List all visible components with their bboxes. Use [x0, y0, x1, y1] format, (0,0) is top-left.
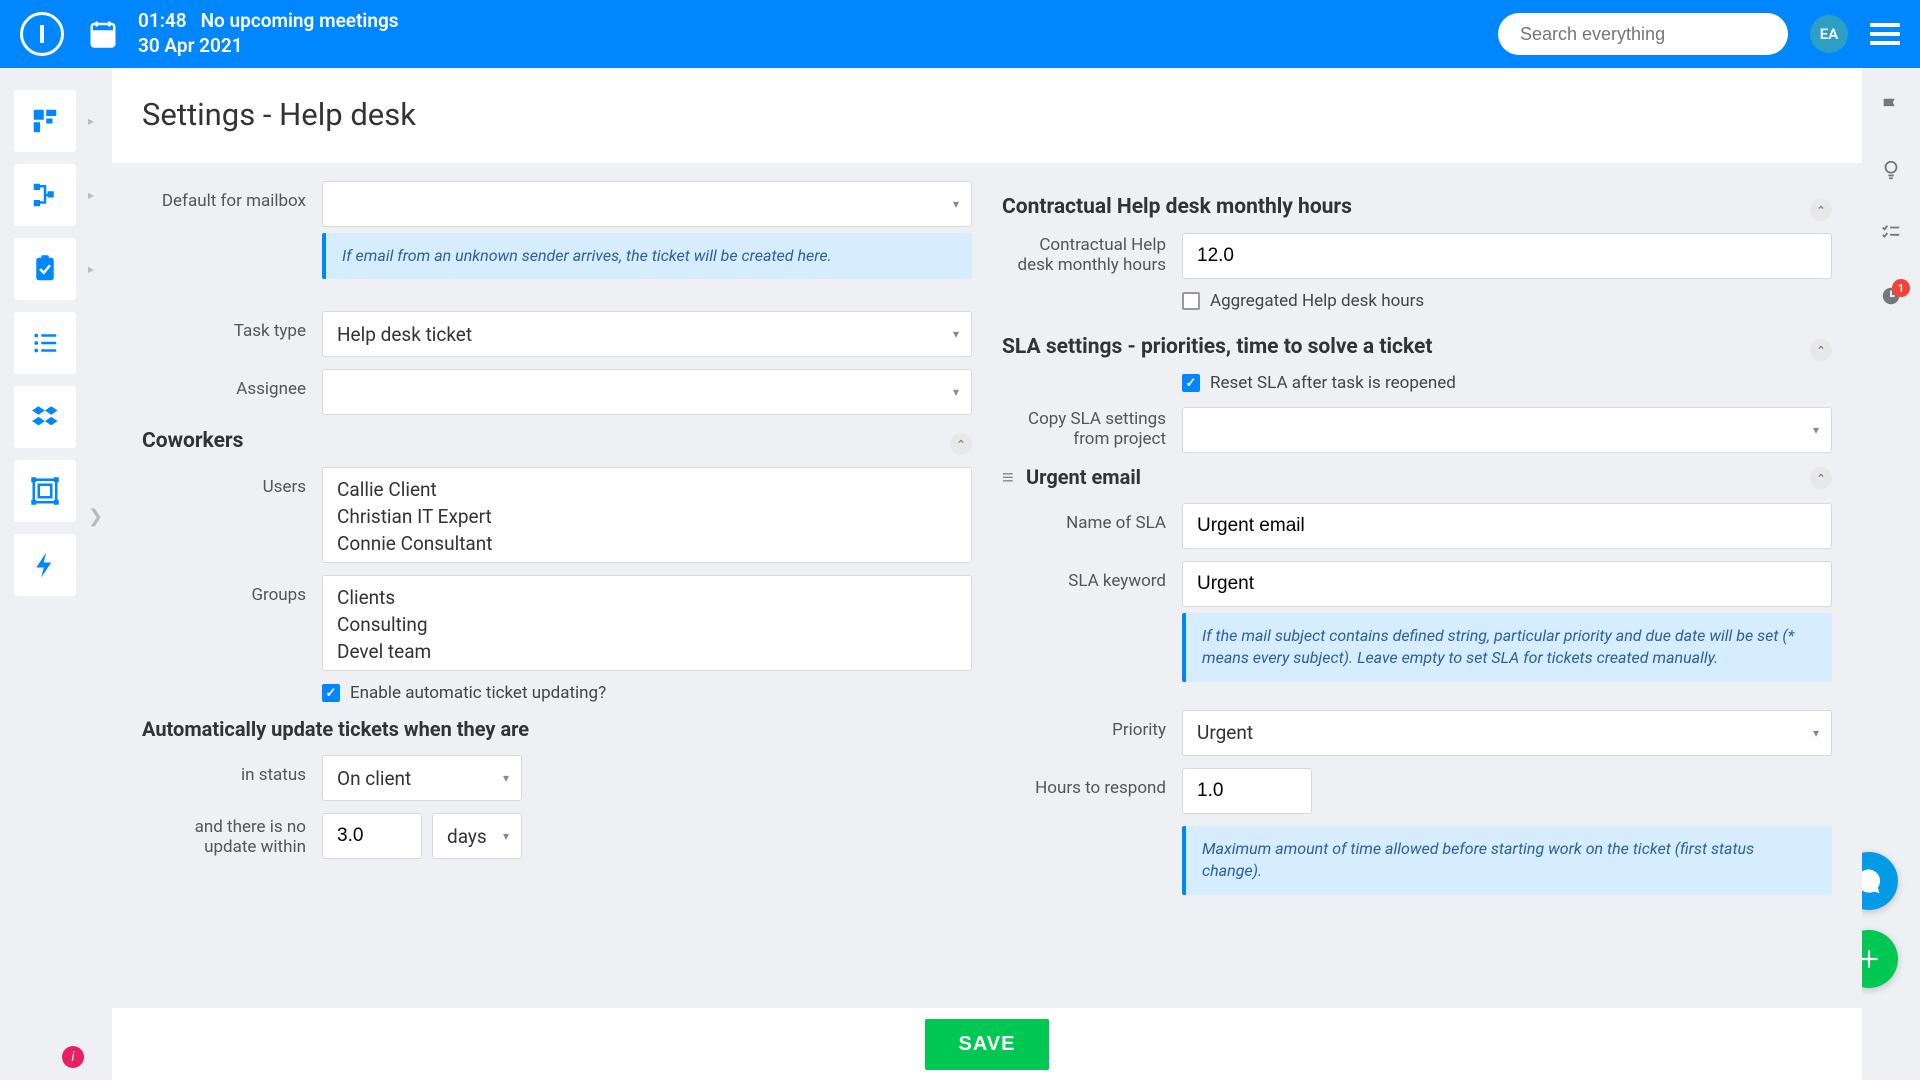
avatar[interactable]: EA [1810, 15, 1848, 53]
dashboard-icon [30, 106, 60, 136]
collapse-contractual[interactable]: ⌃ [1810, 199, 1832, 221]
app-logo[interactable] [20, 12, 64, 56]
lightbulb-icon[interactable] [1880, 159, 1902, 186]
header-meetings: No upcoming meetings [201, 9, 399, 34]
checklist-icon[interactable] [1880, 222, 1902, 249]
reset-sla-checkbox[interactable] [1182, 374, 1200, 392]
sidebar-item-group[interactable] [14, 460, 76, 522]
collapse-coworkers[interactable]: ⌃ [950, 433, 972, 455]
hierarchy-icon [30, 180, 60, 210]
chevron-right-icon: ▸ [88, 114, 94, 128]
in-status-label: in status [142, 755, 322, 785]
name-sla-label: Name of SLA [1002, 503, 1182, 533]
list-item[interactable]: Connie Consultant [323, 530, 971, 557]
copy-sla-label: Copy SLA settings from project [1002, 407, 1182, 449]
priority-label: Priority [1002, 710, 1182, 740]
list-item[interactable]: Consulting [323, 611, 971, 638]
sla-title: SLA settings - priorities, time to solve… [1002, 335, 1832, 359]
name-sla-input[interactable] [1182, 503, 1832, 549]
sla-keyword-input[interactable] [1182, 561, 1832, 607]
mailbox-info-banner: If email from an unknown sender arrives,… [322, 233, 972, 279]
notification-count: 1 [1892, 279, 1910, 297]
footer-bar: SAVE [142, 1008, 1832, 1080]
content-area: Default for mailbox If email from an unk… [112, 163, 1862, 1008]
header-time: 01:48 [138, 9, 187, 34]
right-column: Contractual Help desk monthly hours ⌃ Co… [1002, 181, 1832, 990]
group-select-icon [30, 476, 60, 506]
search-input[interactable] [1498, 13, 1788, 55]
left-column: Default for mailbox If email from an unk… [142, 181, 972, 990]
sidebar-item-dashboard[interactable]: ▸ [14, 90, 76, 152]
sidebar-item-dropbox[interactable] [14, 386, 76, 448]
sidebar-expand[interactable]: ❯ [88, 506, 103, 527]
sidebar-item-hierarchy[interactable]: ▸ [14, 164, 76, 226]
calendar-icon[interactable] [88, 19, 118, 49]
list-item[interactable]: Christian IT Expert [323, 503, 971, 530]
task-type-label: Task type [142, 311, 322, 341]
sidebar-right: 1 [1862, 82, 1920, 312]
flag-icon[interactable] [1880, 96, 1902, 123]
groups-label: Groups [142, 575, 322, 605]
keyword-info-banner: If the mail subject contains defined str… [1182, 613, 1832, 682]
in-status-select[interactable]: On client [322, 755, 522, 801]
urgent-subtitle: Urgent email ⌃ [1026, 465, 1832, 489]
notifications-icon[interactable]: 1 [1880, 285, 1902, 312]
contractual-label: Contractual Help desk monthly hours [1002, 233, 1182, 275]
sidebar-item-tasks[interactable]: ▸ [14, 238, 76, 300]
enable-auto-label: Enable automatic ticket updating? [350, 683, 606, 703]
page-title: Settings - Help desk [142, 96, 1832, 133]
coworkers-title: Coworkers ⌃ [142, 429, 972, 453]
default-mailbox-label: Default for mailbox [142, 181, 322, 211]
contractual-title: Contractual Help desk monthly hours ⌃ [1002, 195, 1832, 219]
hours-respond-input[interactable] [1182, 768, 1312, 814]
header-datetime: 01:48 No upcoming meetings 30 Apr 2021 [138, 9, 399, 58]
groups-list[interactable]: Clients Consulting Devel team [322, 575, 972, 671]
enable-auto-checkbox[interactable] [322, 684, 340, 702]
dropbox-icon [30, 402, 60, 432]
assignee-label: Assignee [142, 369, 322, 399]
default-mailbox-select[interactable] [322, 181, 972, 227]
chevron-right-icon: ▸ [88, 188, 94, 202]
collapse-sla[interactable]: ⌃ [1810, 339, 1832, 361]
sidebar-item-bolt[interactable] [14, 534, 76, 596]
sla-keyword-label: SLA keyword [1002, 561, 1182, 591]
task-type-select[interactable]: Help desk ticket [322, 311, 972, 357]
reset-sla-label: Reset SLA after task is reopened [1210, 373, 1456, 393]
respond-info-banner: Maximum amount of time allowed before st… [1182, 826, 1832, 895]
list-item[interactable]: Devel team [323, 638, 971, 665]
aggregated-label: Aggregated Help desk hours [1210, 291, 1424, 311]
list-item[interactable]: Callie Client [323, 476, 971, 503]
users-label: Users [142, 467, 322, 497]
list-icon [30, 328, 60, 358]
no-update-label: and there is no update within [142, 813, 322, 857]
header-date: 30 Apr 2021 [138, 34, 399, 59]
collapse-urgent[interactable]: ⌃ [1810, 467, 1832, 489]
priority-select[interactable]: Urgent [1182, 710, 1832, 756]
save-button[interactable]: SAVE [925, 1019, 1050, 1070]
list-item[interactable]: Clients [323, 584, 971, 611]
sidebar-item-list[interactable] [14, 312, 76, 374]
no-update-unit-select[interactable]: days [432, 813, 522, 859]
contractual-input[interactable] [1182, 233, 1832, 279]
no-update-value-input[interactable] [322, 813, 422, 859]
bolt-icon [30, 550, 60, 580]
sidebar-left: ▸ ▸ ▸ ❯ i [0, 68, 112, 1080]
topbar: 01:48 No upcoming meetings 30 Apr 2021 E… [0, 0, 1920, 68]
hours-respond-label: Hours to respond [1002, 768, 1182, 798]
users-list[interactable]: Callie Client Christian IT Expert Connie… [322, 467, 972, 563]
chevron-right-icon: ▸ [88, 262, 94, 276]
aggregated-checkbox[interactable] [1182, 292, 1200, 310]
clipboard-check-icon [30, 254, 60, 284]
assignee-select[interactable] [322, 369, 972, 415]
info-badge[interactable]: i [62, 1046, 84, 1068]
auto-update-title: Automatically update tickets when they a… [142, 717, 972, 741]
copy-sla-select[interactable] [1182, 407, 1832, 453]
main: Settings - Help desk Default for mailbox… [112, 68, 1862, 1080]
hamburger-menu[interactable] [1870, 18, 1900, 50]
